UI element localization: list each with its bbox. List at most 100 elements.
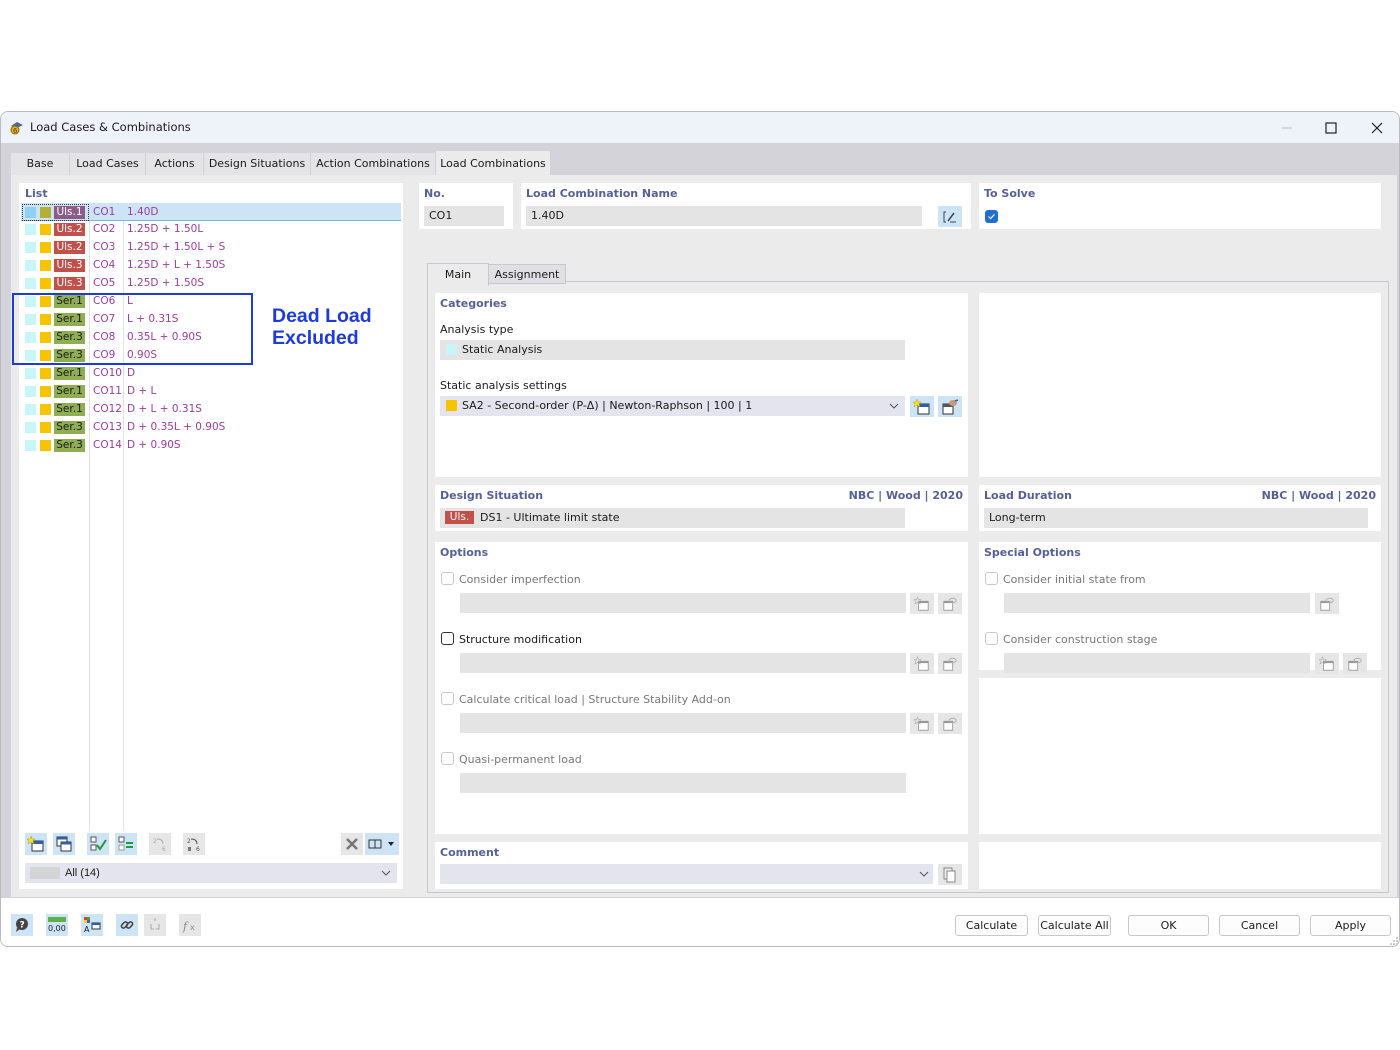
copy-item-button[interactable]	[53, 833, 75, 855]
edit-construction-stage-button[interactable]	[1343, 653, 1367, 674]
subtab-main[interactable]: Main	[427, 263, 489, 286]
imperfection-field[interactable]	[460, 593, 906, 613]
list-item[interactable]: Uls.2 CO3 1.25D + 1.50L + S	[21, 239, 401, 257]
title-bar: 6 Load Cases & Combinations	[1, 112, 1399, 143]
toggle-check-button[interactable]	[115, 833, 137, 855]
close-icon	[1371, 122, 1383, 134]
renumber-button[interactable]: 26	[149, 833, 171, 855]
consider-imperfection-checkbox[interactable]	[441, 572, 454, 585]
help-button[interactable]: ?	[11, 914, 33, 936]
new-structure-modification-button[interactable]	[910, 653, 934, 674]
categories-card: Categories Analysis type Static Analysis…	[435, 293, 968, 477]
construction-stage-field[interactable]	[1004, 653, 1310, 673]
combination-name-field[interactable]: 1.40D	[526, 206, 922, 226]
design-situation-tag: Ser.1	[54, 367, 85, 380]
edit-static-settings-button[interactable]	[938, 396, 962, 417]
list-item[interactable]: Ser.3 CO13 D + 0.35L + 0.90S	[21, 419, 401, 437]
list-item[interactable]: Uls.3 CO5 1.25D + 1.50S	[21, 275, 401, 293]
settings-color	[40, 422, 51, 433]
list-item[interactable]: Ser.1 CO11 D + L	[21, 383, 401, 401]
new-static-settings-button[interactable]	[910, 396, 934, 417]
new-item-icon	[913, 397, 930, 414]
critical-load-checkbox[interactable]	[441, 692, 454, 705]
tab-design-situations[interactable]: Design Situations	[204, 153, 311, 175]
comment-library-button[interactable]	[938, 864, 962, 885]
structure-modification-label: Structure modification	[459, 633, 582, 646]
quasi-permanent-checkbox[interactable]	[441, 752, 454, 765]
calculate-all-button[interactable]: Calculate All	[1038, 915, 1111, 936]
sort-button[interactable]: 26	[183, 833, 205, 855]
list-item[interactable]: Ser.3 CO14 D + 0.90S	[21, 437, 401, 455]
units-button[interactable]: 0,00	[46, 914, 68, 936]
delete-button[interactable]	[341, 833, 363, 855]
list-item[interactable]: Ser.1 CO10 D	[21, 365, 401, 383]
static-settings-color	[446, 400, 457, 411]
static-settings-value: SA2 - Second-order (P-Δ) | Newton-Raphso…	[462, 399, 753, 412]
static-settings-select[interactable]: SA2 - Second-order (P-Δ) | Newton-Raphso…	[440, 396, 905, 416]
combination-formula: D	[127, 367, 136, 379]
link-button[interactable]	[116, 914, 138, 936]
design-situation-field[interactable]: Uls. DS1 - Ultimate limit state	[440, 508, 905, 528]
resize-grip-icon[interactable]	[1389, 936, 1399, 946]
load-duration-field[interactable]: Long-term	[984, 508, 1368, 528]
maximize-button[interactable]	[1309, 115, 1353, 141]
subtab-assignment[interactable]: Assignment	[489, 264, 566, 284]
construction-stage-checkbox[interactable]	[985, 632, 998, 645]
filter-value: All (14)	[65, 867, 100, 879]
tab-load-cases[interactable]: Load Cases	[70, 153, 146, 175]
edit-initial-state-button[interactable]	[1315, 593, 1339, 614]
list-filter-select[interactable]: All (14)	[25, 863, 397, 883]
list-item[interactable]: Uls.3 CO4 1.25D + L + 1.50S	[21, 257, 401, 275]
categories-title: Categories	[440, 297, 507, 310]
analysis-type-color	[25, 404, 36, 415]
edit-icon	[943, 211, 956, 222]
edit-imperfection-button[interactable]	[938, 593, 962, 614]
list-item[interactable]: Uls.1 CO1 1.40D	[21, 203, 401, 221]
initial-state-checkbox[interactable]	[985, 572, 998, 585]
new-construction-stage-button[interactable]	[1315, 653, 1339, 674]
list-item[interactable]: Uls.2 CO2 1.25D + 1.50L	[21, 221, 401, 239]
analysis-type-field[interactable]: Static Analysis	[440, 340, 905, 360]
edit-structure-modification-button[interactable]	[938, 653, 962, 674]
new-item-button[interactable]	[25, 833, 47, 855]
apply-button[interactable]: Apply	[1310, 915, 1391, 936]
tab-action-combinations[interactable]: Action Combinations	[311, 153, 436, 175]
formula-button[interactable]: fx	[179, 914, 201, 936]
unlink-button[interactable]	[144, 914, 166, 936]
analysis-type-color	[25, 242, 36, 253]
new-critical-load-button[interactable]	[910, 713, 934, 734]
combination-formula: 1.25D + 1.50L + S	[127, 241, 226, 253]
quasi-permanent-field[interactable]	[460, 773, 906, 793]
view-options-dropdown[interactable]	[365, 833, 399, 855]
edit-item-icon	[1348, 657, 1362, 671]
to-solve-checkbox[interactable]	[985, 210, 998, 223]
design-situation-standard: NBC | Wood | 2020	[848, 489, 963, 502]
new-imperfection-button[interactable]	[910, 593, 934, 614]
ok-button[interactable]: OK	[1128, 915, 1209, 936]
structure-modification-checkbox[interactable]	[441, 632, 454, 645]
tab-load-combinations[interactable]: Load Combinations	[436, 151, 551, 175]
minimize-button[interactable]	[1265, 115, 1309, 141]
number-field[interactable]: CO1	[424, 206, 504, 226]
combination-formula: 1.25D + L + 1.50S	[127, 259, 226, 271]
calculate-button[interactable]: Calculate	[955, 915, 1028, 936]
cancel-button[interactable]: Cancel	[1219, 915, 1300, 936]
design-situation-tag: Uls.3	[54, 259, 85, 272]
display-settings-button[interactable]: A	[81, 914, 103, 936]
edit-item-icon	[943, 717, 957, 731]
edit-name-button[interactable]	[938, 206, 962, 227]
list-item[interactable]: Ser.1 CO12 D + L + 0.31S	[21, 401, 401, 419]
close-button[interactable]	[1355, 115, 1399, 141]
options-card: Options Consider imperfection Structure …	[435, 542, 968, 834]
structure-modification-field[interactable]	[460, 653, 906, 673]
initial-state-field[interactable]	[1004, 593, 1310, 613]
comment-field[interactable]	[440, 864, 933, 884]
tab-base[interactable]: Base	[11, 153, 70, 175]
check-all-button[interactable]	[87, 833, 109, 855]
initial-state-label: Consider initial state from	[1003, 573, 1146, 586]
tab-actions[interactable]: Actions	[146, 153, 204, 175]
formula-icon: fx	[182, 920, 195, 933]
critical-load-field[interactable]	[460, 713, 906, 733]
combination-formula: D + L + 0.31S	[127, 403, 202, 415]
edit-critical-load-button[interactable]	[938, 713, 962, 734]
